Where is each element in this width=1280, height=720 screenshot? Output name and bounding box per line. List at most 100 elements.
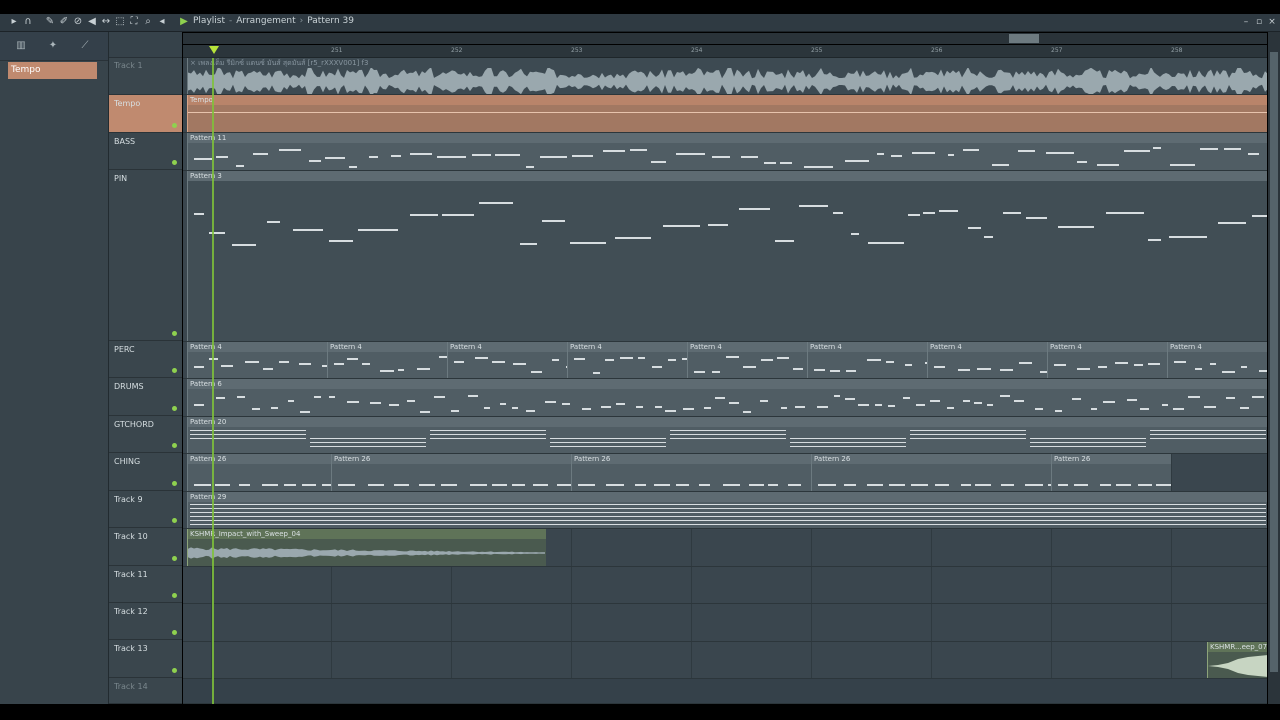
pattern-clip[interactable]: Pattern 3 (187, 171, 1267, 341)
browser-item-tempo[interactable]: Tempo (8, 62, 97, 79)
audio-clip[interactable]: × เพลงเต็ม รีมิกซ์ แดนซ์ มันส์ สุดมันส์ … (187, 58, 1267, 94)
track-header[interactable]: Track 9 (109, 491, 182, 528)
pattern-clip[interactable]: Pattern 4 (567, 342, 687, 378)
playback-icon[interactable]: ◂ (156, 16, 168, 28)
lane-perc[interactable]: Pattern 4 Pattern 4 Pattern 4 Pattern 4 Patt… (183, 342, 1267, 379)
lane-track-9[interactable]: Pattern 29 (183, 492, 1267, 529)
track-enable-led[interactable] (172, 556, 177, 561)
vertical-scrollbar[interactable] (1268, 32, 1280, 704)
window-title: Playlist - Arrangement › Pattern 39 (193, 16, 354, 26)
pattern-clip[interactable]: Pattern 4 (187, 342, 327, 378)
track-enable-led[interactable] (172, 630, 177, 635)
note (1210, 363, 1217, 365)
track-enable-led[interactable] (172, 406, 177, 411)
note (903, 397, 910, 399)
pattern-clip[interactable]: Pattern 4 (1167, 342, 1267, 378)
track-header[interactable]: Track 1 (109, 57, 182, 95)
track-enable-led[interactable] (172, 368, 177, 373)
lane-drums[interactable]: Pattern 6 (183, 379, 1267, 417)
delete-icon[interactable]: ⊘ (72, 16, 84, 28)
piano-icon[interactable]: ▥ (14, 40, 28, 52)
minimize-icon[interactable]: – (1241, 16, 1251, 28)
pattern-clip[interactable]: Pattern 26 (811, 454, 1051, 491)
track-header[interactable]: PERC (109, 341, 182, 378)
track-header[interactable]: CHING (109, 453, 182, 491)
select-all-icon[interactable]: ⛶ (128, 16, 140, 28)
close-icon[interactable]: × (1267, 16, 1277, 28)
track-enable-led[interactable] (172, 443, 177, 448)
play-icon[interactable]: ▶ (178, 16, 190, 28)
slip-icon[interactable]: ↔ (100, 16, 112, 28)
lane-track-1[interactable]: × เพลงเต็ม รีมิกซ์ แดนซ์ มันส์ สุดมันส์ … (183, 58, 1267, 95)
zoom-icon[interactable]: ⌕ (142, 16, 154, 28)
lane-track-12[interactable] (183, 604, 1267, 642)
pattern-clip[interactable]: Pattern 4 (1047, 342, 1167, 378)
note (328, 396, 336, 398)
lane-track-10[interactable]: KSHMR_Impact_with_Sweep_04 (183, 529, 1267, 567)
lane-bass[interactable]: Pattern 11 (183, 133, 1267, 171)
track-enable-led[interactable] (172, 668, 177, 673)
pattern-clip[interactable]: Pattern 4 (807, 342, 927, 378)
track-header[interactable]: Track 12 (109, 603, 182, 640)
automation-icon[interactable]: ⟋ (78, 40, 92, 52)
pencil-icon[interactable]: ✎ (44, 16, 56, 28)
select-icon[interactable]: ⬚ (114, 16, 126, 28)
track-header[interactable]: Track 11 (109, 566, 182, 603)
pattern-clip[interactable]: Pattern 6 (187, 379, 1267, 416)
menu-arrow-icon[interactable]: ▸ (8, 16, 20, 28)
tempo-automation-clip[interactable]: Tempo (187, 95, 1267, 132)
track-enable-led[interactable] (172, 518, 177, 523)
track-enable-led[interactable] (172, 160, 177, 165)
lane-pin[interactable]: Pattern 3 (183, 171, 1267, 342)
pattern-clip[interactable]: Pattern 26 (571, 454, 811, 491)
audio-icon[interactable]: ✦ (46, 40, 60, 52)
track-enable-led[interactable] (172, 481, 177, 486)
note (420, 411, 431, 413)
pattern-clip[interactable]: Pattern 4 (447, 342, 567, 378)
track-header[interactable]: BASS (109, 133, 182, 170)
lane-track-14[interactable] (183, 679, 1267, 704)
magnet-icon[interactable]: ∩ (22, 16, 34, 28)
pattern-clip[interactable]: Pattern 20 (187, 417, 1267, 453)
pattern-clip[interactable]: Pattern 26 (1051, 454, 1171, 491)
track-header[interactable]: GTCHORD (109, 416, 182, 453)
playlist-grid[interactable]: × เพลงเต็ม รีมิกซ์ แดนซ์ มันส์ สุดมันส์ … (183, 58, 1267, 704)
track-header[interactable]: Track 10 (109, 528, 182, 566)
track-enable-led[interactable] (172, 331, 177, 336)
note (958, 369, 970, 371)
track-header[interactable]: Track 13 (109, 640, 182, 678)
vertical-scroll-thumb[interactable] (1270, 52, 1278, 672)
note (313, 396, 321, 398)
lane-tempo[interactable]: Tempo (183, 95, 1267, 133)
mute-icon[interactable]: ◀ (86, 16, 98, 28)
pattern-clip[interactable]: Pattern 29 (187, 492, 1267, 528)
lane-ching[interactable]: Pattern 26 Pattern 26 Pattern 26 Pattern 26… (183, 454, 1267, 492)
playhead-marker[interactable] (209, 46, 219, 54)
maximize-icon[interactable]: ▫ (1254, 16, 1264, 28)
pattern-clip[interactable]: Pattern 4 (927, 342, 1047, 378)
pattern-clip[interactable]: Pattern 26 (331, 454, 571, 491)
lane-track-13[interactable]: KSHMR...eep_07 (183, 642, 1267, 679)
audio-clip[interactable]: KSHMR...eep_07 (1207, 642, 1267, 678)
scroll-thumb[interactable] (1009, 34, 1039, 43)
note (194, 213, 204, 215)
horizontal-scrollbar[interactable] (183, 33, 1267, 44)
note (539, 156, 567, 158)
audio-clip[interactable]: KSHMR_Impact_with_Sweep_04 (187, 529, 546, 566)
timeline-ruler[interactable]: 251 252 253 254 255 256 257 258 (183, 45, 1267, 58)
track-enable-led[interactable] (172, 593, 177, 598)
note (520, 243, 537, 245)
track-header[interactable]: PIN (109, 170, 182, 341)
lane-gtchord[interactable]: Pattern 20 (183, 417, 1267, 454)
pattern-clip[interactable]: Pattern 11 (187, 133, 1267, 170)
pattern-clip[interactable]: Pattern 26 (187, 454, 331, 491)
paint-icon[interactable]: ✐ (58, 16, 70, 28)
pattern-clip[interactable]: Pattern 4 (327, 342, 447, 378)
pattern-clip[interactable]: Pattern 4 (687, 342, 807, 378)
note (190, 508, 1266, 509)
track-header[interactable]: DRUMS (109, 378, 182, 416)
lane-track-11[interactable] (183, 567, 1267, 604)
track-header[interactable]: Track 14 (109, 678, 182, 704)
track-header-tempo[interactable]: Tempo (109, 95, 182, 133)
track-enable-led[interactable] (172, 123, 177, 128)
